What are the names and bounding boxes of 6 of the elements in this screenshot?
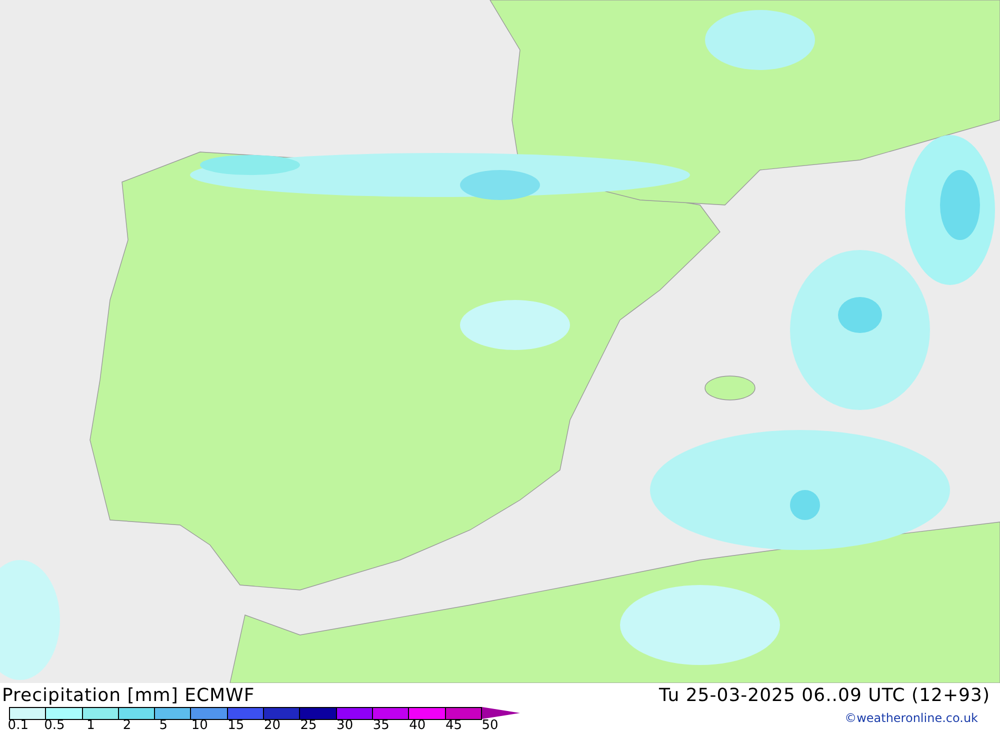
valid-time: Tu 25-03-2025 06..09 UTC (12+93) <box>658 684 990 706</box>
legend-label: 50 <box>480 719 500 733</box>
map-title: Precipitation [mm] ECMWF <box>2 684 255 706</box>
copyright-link[interactable]: ©weatheronline.co.uk <box>844 707 1000 725</box>
legend-label: 0.1 <box>6 719 30 733</box>
scale-arrow-icon <box>482 707 520 719</box>
